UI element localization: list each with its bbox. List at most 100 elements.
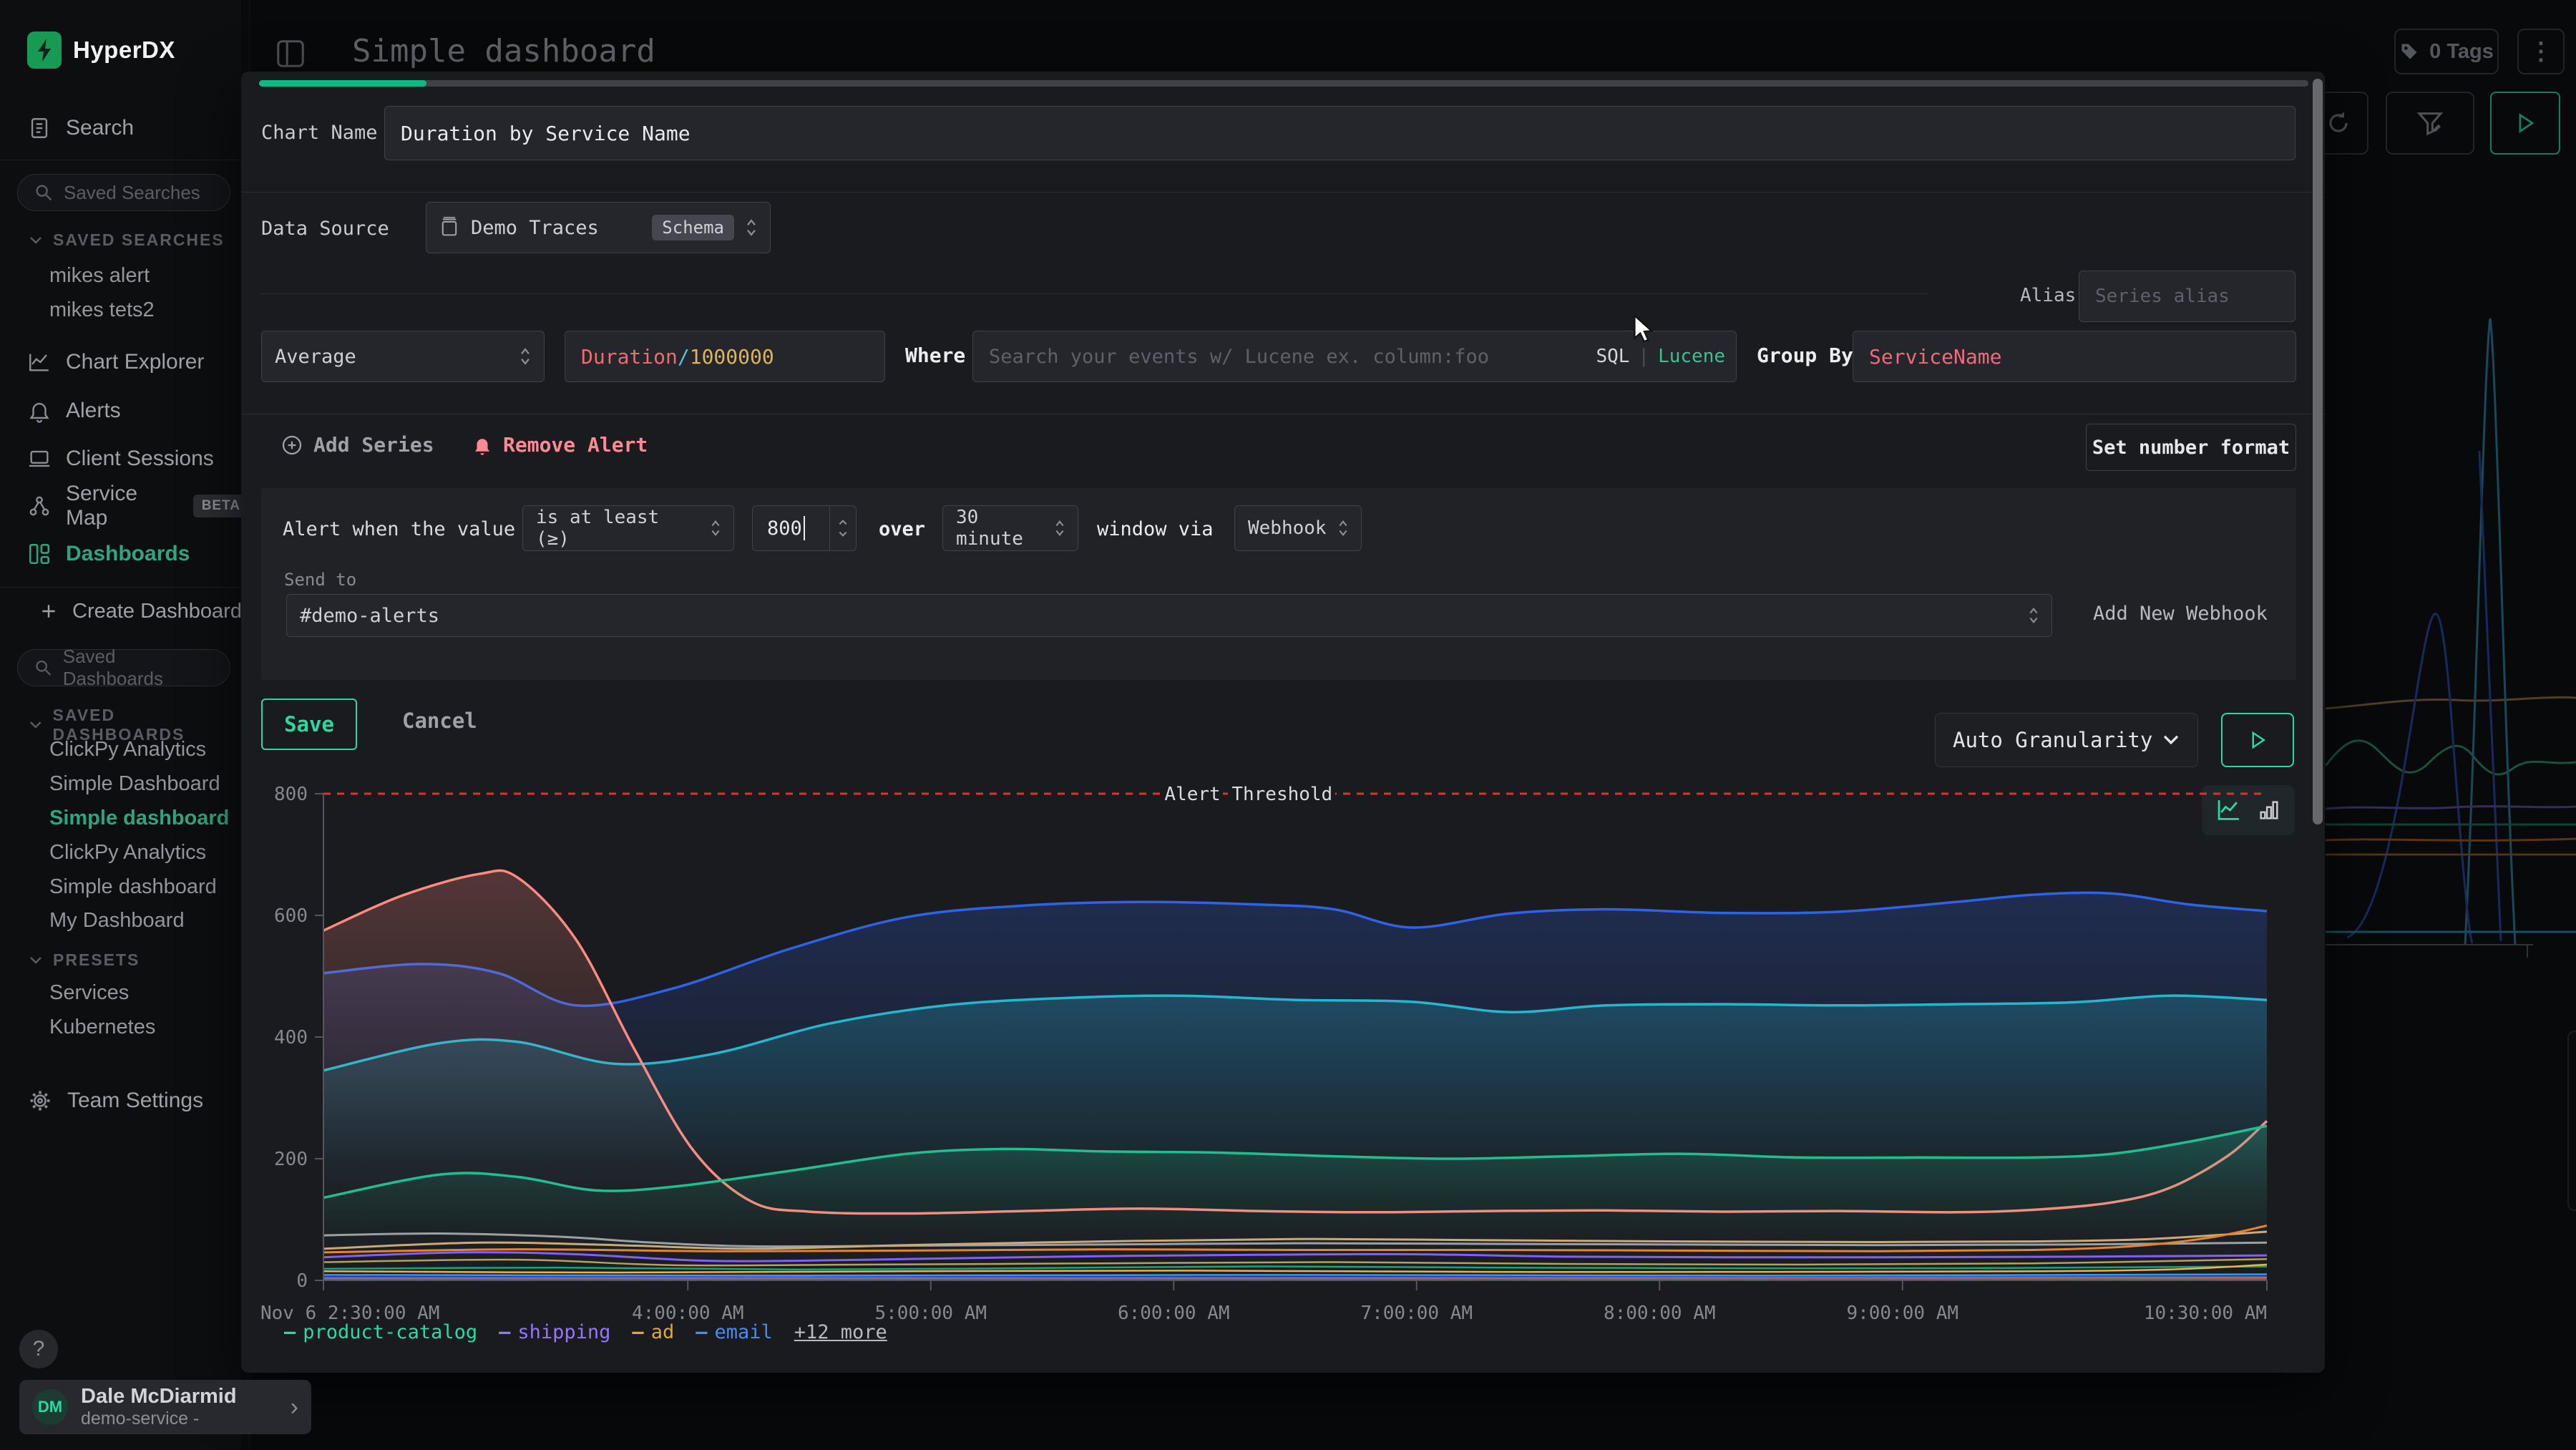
saved-dashboard-item[interactable]: My Dashboard	[0, 904, 249, 938]
aggregation-select[interactable]: Average	[261, 331, 545, 382]
svg-text:Alert Threshold: Alert Threshold	[1164, 784, 1332, 805]
preview-run-button[interactable]	[2221, 713, 2294, 767]
sidebar: HyperDX Search Saved Searches SAVED SEAR…	[0, 0, 250, 1450]
help-button[interactable]: ?	[19, 1330, 58, 1368]
send-to-select[interactable]: #demo-alerts	[286, 594, 2052, 637]
sidebar-item-dashboards[interactable]: Dashboards	[0, 534, 249, 574]
preview-chart: Alert Threshold0200400600800Nov 6 2:30:0…	[323, 794, 2267, 1280]
svg-text:6:00:00 AM: 6:00:00 AM	[1118, 1303, 1230, 1324]
saved-searches-section[interactable]: SAVED SEARCHES	[29, 230, 225, 250]
svg-text:5:00:00 AM: 5:00:00 AM	[874, 1303, 987, 1324]
saved-dashboard-item[interactable]: ClickPy Analytics	[0, 733, 249, 767]
alert-threshold-input[interactable]: 800	[752, 505, 857, 551]
user-subtitle: demo-service -	[81, 1408, 237, 1429]
modal-scrollbar[interactable]	[2313, 79, 2323, 824]
saved-dashboard-item[interactable]: Simple dashboard	[0, 870, 249, 905]
chevron-down-icon	[29, 955, 43, 965]
svg-text:200: 200	[274, 1149, 308, 1170]
alert-prefix-text: Alert when the value	[283, 518, 515, 540]
presets-section[interactable]: PRESETS	[29, 950, 140, 970]
legend-item[interactable]: product-catalog	[284, 1321, 477, 1343]
schema-badge[interactable]: Schema	[652, 215, 734, 240]
alert-window-select[interactable]: 30 minute	[942, 505, 1078, 551]
saved-dashboards-input[interactable]: Saved Dashboards	[17, 649, 230, 686]
create-dashboard-button[interactable]: Create Dashboard	[0, 591, 249, 631]
svg-text:0: 0	[296, 1270, 308, 1292]
sidebar-item-service-map[interactable]: Service Map BETA	[0, 486, 249, 526]
group-by-input[interactable]: ServiceName	[1853, 331, 2296, 382]
add-series-button[interactable]: Add Series	[280, 433, 434, 457]
number-stepper[interactable]	[829, 506, 856, 550]
alert-channel-select[interactable]: Webhook	[1234, 505, 1362, 551]
sidebar-item-search[interactable]: Search	[0, 108, 249, 148]
alias-input[interactable]	[2079, 271, 2296, 322]
chevron-up-down-icon	[1055, 518, 1065, 538]
chevron-up-down-icon	[711, 518, 721, 538]
chevron-up-down-icon	[519, 346, 531, 367]
alert-config-panel: Alert when the value is at least (≥) 800…	[261, 488, 2296, 680]
chart-name-label: Chart Name	[261, 122, 378, 144]
field-token: Duration	[581, 345, 678, 369]
group-by-value: ServiceName	[1869, 345, 2001, 369]
chevron-up-down-icon	[746, 217, 757, 238]
aggregation-value: Average	[275, 346, 508, 368]
set-number-format-button[interactable]: Set number format	[2086, 424, 2296, 471]
granularity-select[interactable]: Auto Granularity	[1935, 713, 2198, 767]
saved-searches-placeholder: Saved Searches	[64, 182, 200, 204]
saved-search-item[interactable]: mikes alert	[0, 259, 249, 293]
alert-over-text: over	[879, 518, 925, 540]
chart-name-input[interactable]	[384, 106, 2296, 160]
sidebar-item-alerts[interactable]: Alerts	[0, 391, 249, 431]
bell-icon	[472, 434, 493, 456]
add-new-webhook-button[interactable]: Add New Webhook	[2093, 603, 2268, 625]
number-token: 1000000	[690, 345, 774, 369]
lucene-toggle-option[interactable]: Lucene	[1658, 346, 1725, 367]
chevron-down-icon	[2162, 734, 2180, 746]
cancel-button[interactable]: Cancel	[402, 709, 477, 733]
saved-search-item[interactable]: mikes tets2	[0, 293, 249, 328]
user-menu[interactable]: DM Dale McDiarmid demo-service - ›	[19, 1380, 311, 1434]
remove-alert-button[interactable]: Remove Alert	[472, 433, 648, 457]
save-button[interactable]: Save	[261, 699, 357, 750]
data-source-select[interactable]: Demo Traces Schema	[426, 202, 771, 253]
legend-swatch-icon	[499, 1321, 510, 1343]
alert-suffix-text: window via	[1097, 518, 1214, 540]
chevron-up-down-icon	[2029, 605, 2039, 626]
legend-item[interactable]: email	[696, 1321, 773, 1343]
mouse-cursor	[1629, 313, 1658, 345]
play-icon	[2247, 729, 2268, 751]
operator-token: /	[678, 345, 690, 369]
svg-text:600: 600	[274, 905, 308, 927]
preset-item[interactable]: Services	[0, 976, 249, 1011]
data-source-label: Data Source	[261, 218, 389, 240]
preset-item[interactable]: Kubernetes	[0, 1011, 249, 1045]
sql-toggle-option[interactable]: SQL	[1596, 346, 1629, 367]
svg-text:9:00:00 AM: 9:00:00 AM	[1846, 1303, 1958, 1324]
edit-chart-modal: Chart Name Data Source Demo Traces Schem…	[241, 72, 2325, 1373]
field-expression-input[interactable]: Duration/1000000	[565, 331, 885, 382]
chevron-up-down-icon	[1338, 518, 1348, 538]
svg-text:400: 400	[274, 1027, 308, 1048]
alert-condition-select[interactable]: is at least (≥)	[522, 505, 734, 551]
search-icon	[34, 658, 53, 678]
chevron-right-icon: ›	[291, 1393, 298, 1421]
saved-dashboards-placeholder: Saved Dashboards	[63, 646, 214, 690]
timeseries-chart[interactable]: Alert Threshold0200400600800Nov 6 2:30:0…	[323, 794, 2267, 1280]
legend-item[interactable]: shipping	[499, 1321, 610, 1343]
legend-item[interactable]: ad	[632, 1321, 674, 1343]
saved-dashboard-item[interactable]: Simple dashboard	[0, 802, 249, 836]
divider	[261, 293, 1928, 294]
sidebar-item-team-settings[interactable]: Team Settings	[0, 1081, 249, 1121]
brand[interactable]: HyperDX	[27, 31, 175, 69]
legend-more-button[interactable]: +12 more	[794, 1321, 887, 1343]
divider	[0, 587, 249, 588]
sidebar-item-chart-explorer[interactable]: Chart Explorer	[0, 342, 249, 382]
where-search-wrapper: SQL | Lucene	[972, 331, 1737, 382]
avatar: DM	[32, 1389, 68, 1425]
brand-name: HyperDX	[73, 37, 175, 64]
saved-dashboard-item[interactable]: ClickPy Analytics	[0, 836, 249, 870]
sidebar-item-client-sessions[interactable]: Client Sessions	[0, 439, 249, 479]
saved-searches-input[interactable]: Saved Searches	[17, 174, 230, 211]
saved-dashboard-item[interactable]: Simple Dashboard	[0, 767, 249, 802]
svg-text:800: 800	[274, 784, 308, 805]
